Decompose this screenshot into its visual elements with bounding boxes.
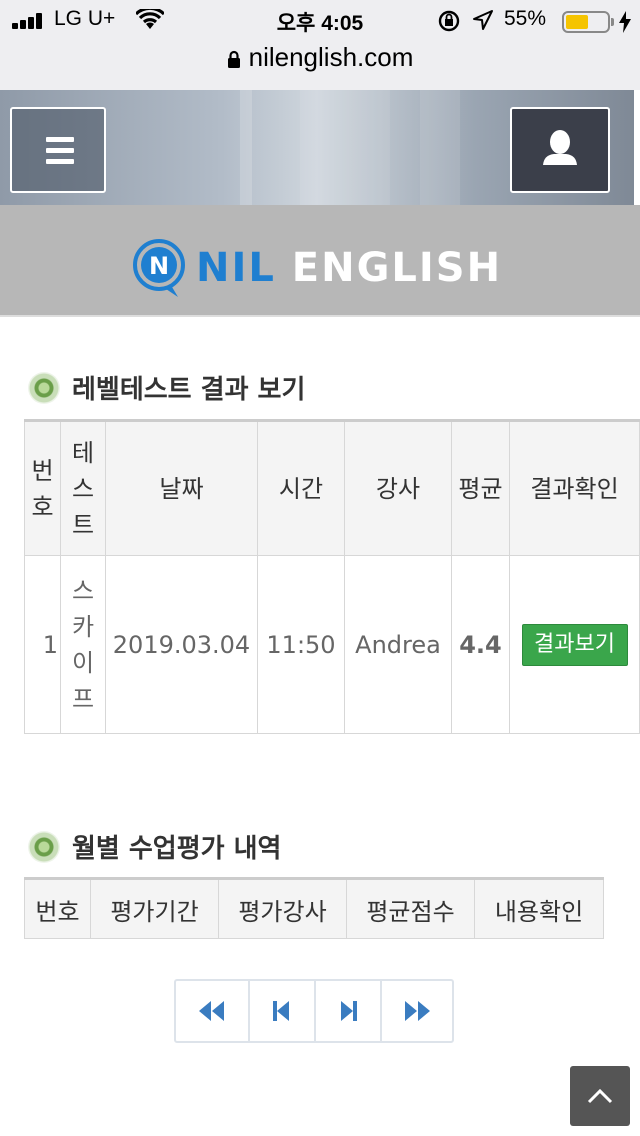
last-page-button[interactable] [382,981,452,1041]
battery-percent: 55% [504,7,547,30]
next-page-icon [341,1001,357,1021]
header-banner [0,90,634,205]
col-average-score: 평균점수 [346,878,475,939]
prev-page-icon [273,1001,289,1021]
logo-nil: NIL [196,245,276,291]
svg-text:N: N [149,252,169,280]
level-test-table: 번호 테스트 날짜 시간 강사 평균 결과확인 1 스카이프 2019.03.0… [24,419,640,734]
bullet-icon [28,831,60,863]
lock-icon [227,50,240,68]
scroll-top-button[interactable] [570,1066,630,1126]
row-teacher: Andrea [344,555,452,734]
col-number: 번호 [24,420,61,556]
col-average: 평균 [451,420,510,556]
col-time: 시간 [257,420,345,556]
menu-button[interactable] [10,107,106,193]
col-eval-teacher: 평가강사 [218,878,347,939]
chevron-up-icon [587,1088,613,1104]
col-view-content: 내용확인 [474,878,604,939]
row-result-cell: 결과보기 [509,555,640,734]
col-eval-period: 평가기간 [90,878,219,939]
last-page-icon [405,1001,430,1021]
row-test: 스카이프 [60,555,106,734]
row-number: 1 [24,555,61,734]
logo-band: N NIL ENGLISH [0,205,640,317]
pagination [174,979,454,1043]
rotation-lock-icon [438,10,460,32]
url-text: nilenglish.com [248,42,414,72]
first-page-button[interactable] [176,981,250,1041]
col-test: 테스트 [60,420,106,556]
address-bar[interactable]: nilenglish.com [0,42,640,73]
charging-icon [619,11,631,33]
logo-text[interactable]: NIL ENGLISH [196,245,502,291]
table-header-row: 번호 평가기간 평가강사 평균점수 내용확인 [24,878,604,939]
col-result: 결과확인 [509,420,640,556]
col-number: 번호 [24,878,91,939]
col-date: 날짜 [105,420,258,556]
user-icon [543,130,577,165]
logo-english: ENGLISH [291,245,503,291]
location-icon [473,10,493,30]
prev-page-button[interactable] [250,981,316,1041]
col-teacher: 강사 [344,420,452,556]
monthly-eval-table: 번호 평가기간 평가강사 평균점수 내용확인 [24,877,604,939]
row-date: 2019.03.04 [105,555,258,734]
table-row: 1 스카이프 2019.03.04 11:50 Andrea 4.4 결과보기 [24,555,640,734]
user-button[interactable] [510,107,610,193]
first-page-icon [199,1001,224,1021]
monthly-eval-heading: 월별 수업평가 내역 [28,828,281,865]
battery-icon [562,11,610,33]
bullet-icon [28,372,60,404]
view-result-button[interactable]: 결과보기 [521,623,628,666]
row-time: 11:50 [257,555,345,734]
status-bar: LG U+ 오후 4:05 55% nilenglish.com [0,0,640,90]
level-test-heading: 레벨테스트 결과 보기 [28,369,305,406]
nil-logo-mark[interactable]: N [132,237,188,297]
row-average: 4.4 [451,555,510,734]
table-header-row: 번호 테스트 날짜 시간 강사 평균 결과확인 [24,420,640,556]
next-page-button[interactable] [316,981,382,1041]
